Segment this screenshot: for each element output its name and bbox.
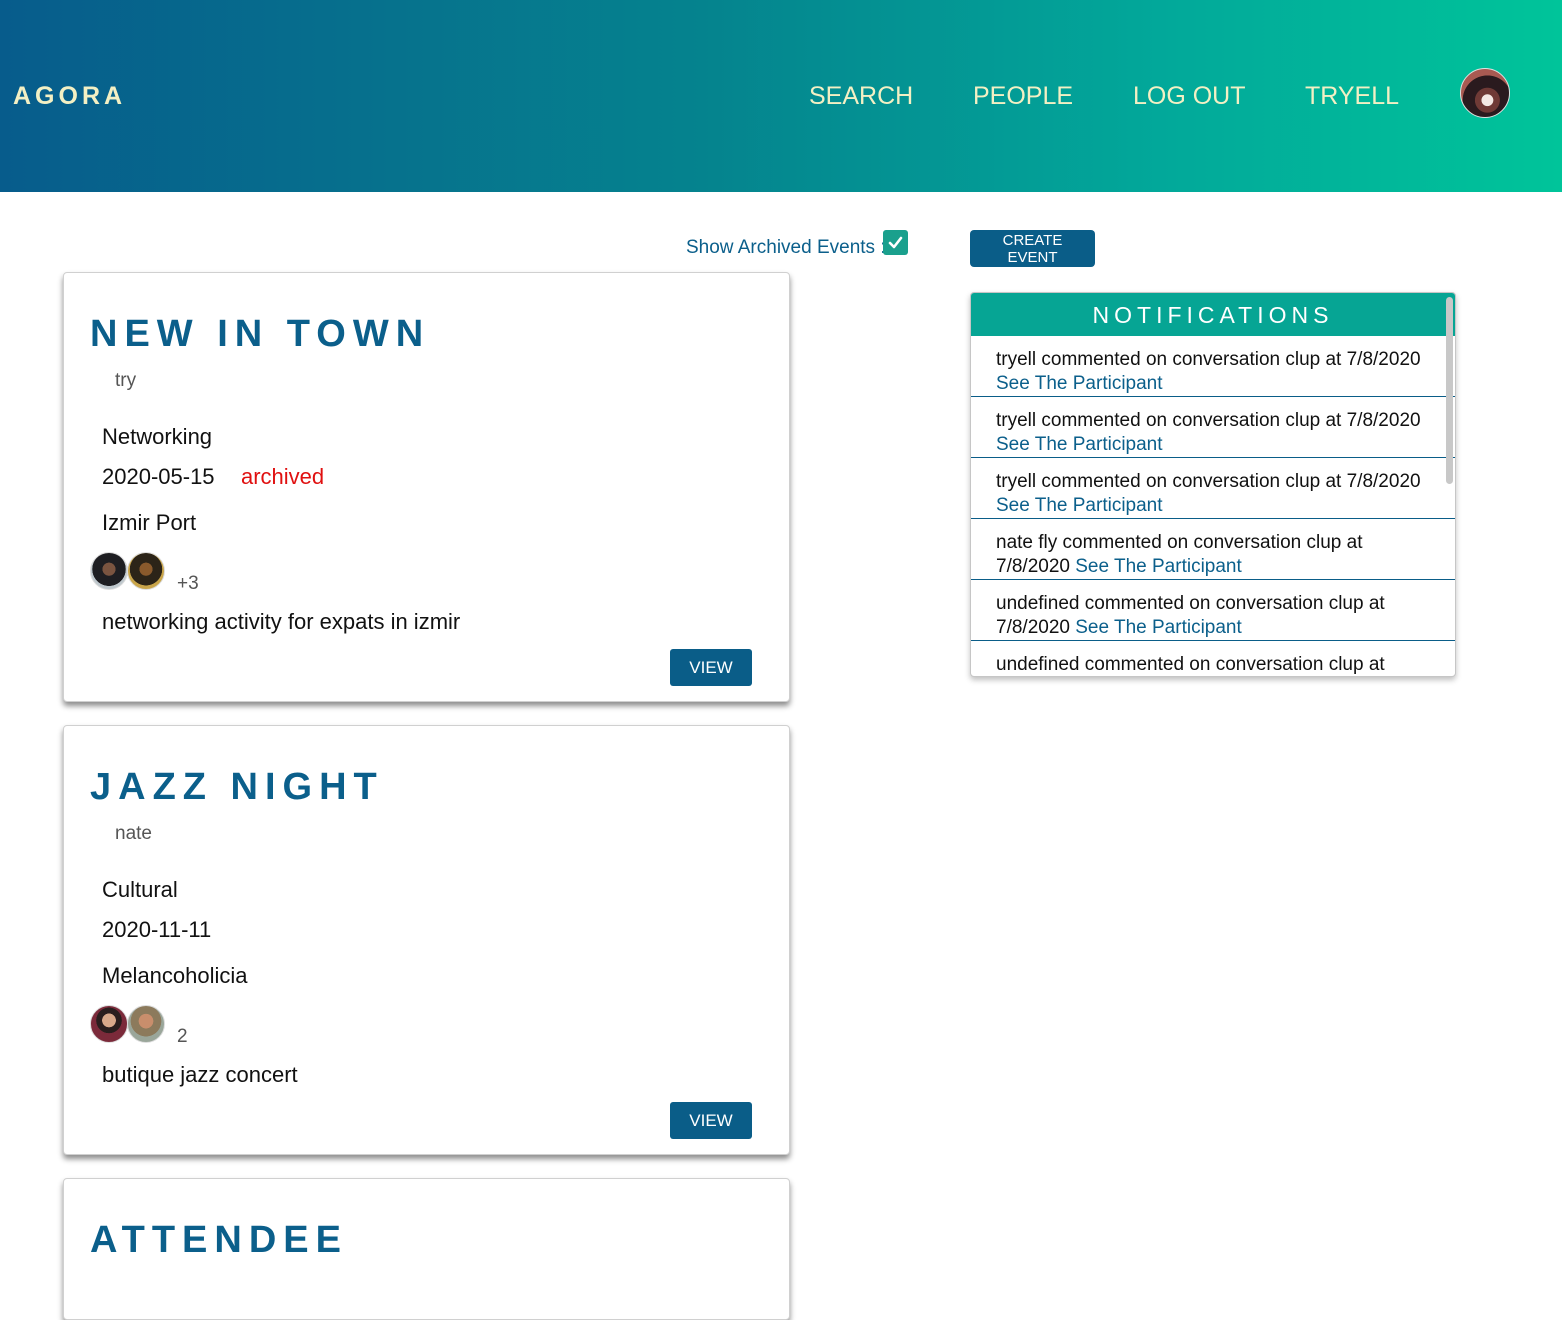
notification-item: undefined commented on conversation clup… <box>971 580 1455 641</box>
nav-logout[interactable]: LOG OUT <box>1133 82 1246 111</box>
nav-search[interactable]: SEARCH <box>809 82 913 111</box>
event-category: Networking <box>102 424 213 449</box>
event-title: NEW IN TOWN <box>90 313 431 355</box>
app-header: AGORA SEARCH PEOPLE LOG OUT TRYELL <box>0 0 1562 192</box>
event-title: ATTENDEE <box>90 1219 348 1261</box>
event-location: Izmir Port <box>102 510 197 535</box>
attendee-count: 2 <box>177 1026 188 1047</box>
event-category: Cultural <box>102 877 178 902</box>
nav-people[interactable]: PEOPLE <box>973 82 1073 111</box>
notification-item: nate fly commented on conversation clup … <box>971 519 1455 580</box>
event-owner: nate <box>115 823 152 844</box>
event-date: 2020-05-15 <box>102 464 215 489</box>
notifications-scrollbar[interactable] <box>1446 297 1453 484</box>
notification-item: tryell commented on conversation clup at… <box>971 458 1455 519</box>
show-archived-label: Show Archived Events : <box>686 237 886 258</box>
notification-text: tryell commented on conversation clup at… <box>996 410 1421 431</box>
see-participant-link[interactable]: See The Participant <box>1075 617 1242 638</box>
event-description: butique jazz concert <box>102 1062 298 1087</box>
see-participant-link[interactable]: See The Participant <box>996 495 1163 516</box>
view-event-button[interactable]: VIEW <box>670 1102 752 1139</box>
see-participant-link[interactable]: See The Participant <box>996 373 1163 394</box>
event-location: Melancoholicia <box>102 963 248 988</box>
show-archived-checkbox[interactable] <box>883 230 908 255</box>
event-title: JAZZ NIGHT <box>90 766 384 808</box>
event-description: networking activity for expats in izmir <box>102 609 461 634</box>
archived-badge: archived <box>241 464 325 489</box>
notifications-title: NOTIFICATIONS <box>971 293 1455 336</box>
notification-text: undefined commented on conversation clup… <box>996 654 1385 675</box>
attendee-avatar <box>90 1005 128 1043</box>
attendee-avatar <box>127 552 165 590</box>
attendee-avatar <box>90 552 128 590</box>
event-date: 2020-11-11 <box>102 917 212 942</box>
event-owner: try <box>115 370 137 391</box>
notification-item: undefined commented on conversation clup… <box>971 641 1455 676</box>
notification-text: tryell commented on conversation clup at… <box>996 471 1421 492</box>
create-event-button[interactable]: CREATE EVENT <box>970 230 1095 267</box>
user-avatar-icon[interactable] <box>1460 68 1510 118</box>
notification-text: tryell commented on conversation clup at… <box>996 349 1421 370</box>
view-event-button[interactable]: VIEW <box>670 649 752 686</box>
notification-item: tryell commented on conversation clup at… <box>971 397 1455 458</box>
check-icon <box>888 236 903 249</box>
notifications-panel[interactable]: NOTIFICATIONS tryell commented on conver… <box>970 292 1456 677</box>
see-participant-link[interactable]: See The Participant <box>1075 556 1242 577</box>
event-card: NEW IN TOWN try Networking 2020-05-15 ar… <box>63 272 790 702</box>
attendee-avatar <box>127 1005 165 1043</box>
nav-profile[interactable]: TRYELL <box>1305 82 1399 111</box>
brand-logo[interactable]: AGORA <box>13 82 126 111</box>
event-card: ATTENDEE <box>63 1178 790 1320</box>
notification-item: tryell commented on conversation clup at… <box>971 336 1455 397</box>
notifications-list[interactable]: tryell commented on conversation clup at… <box>971 336 1455 676</box>
see-participant-link[interactable]: See The Participant <box>996 434 1163 455</box>
event-card: JAZZ NIGHT nate Cultural 2020-11-11 Mela… <box>63 725 790 1155</box>
attendee-count: +3 <box>177 573 199 594</box>
